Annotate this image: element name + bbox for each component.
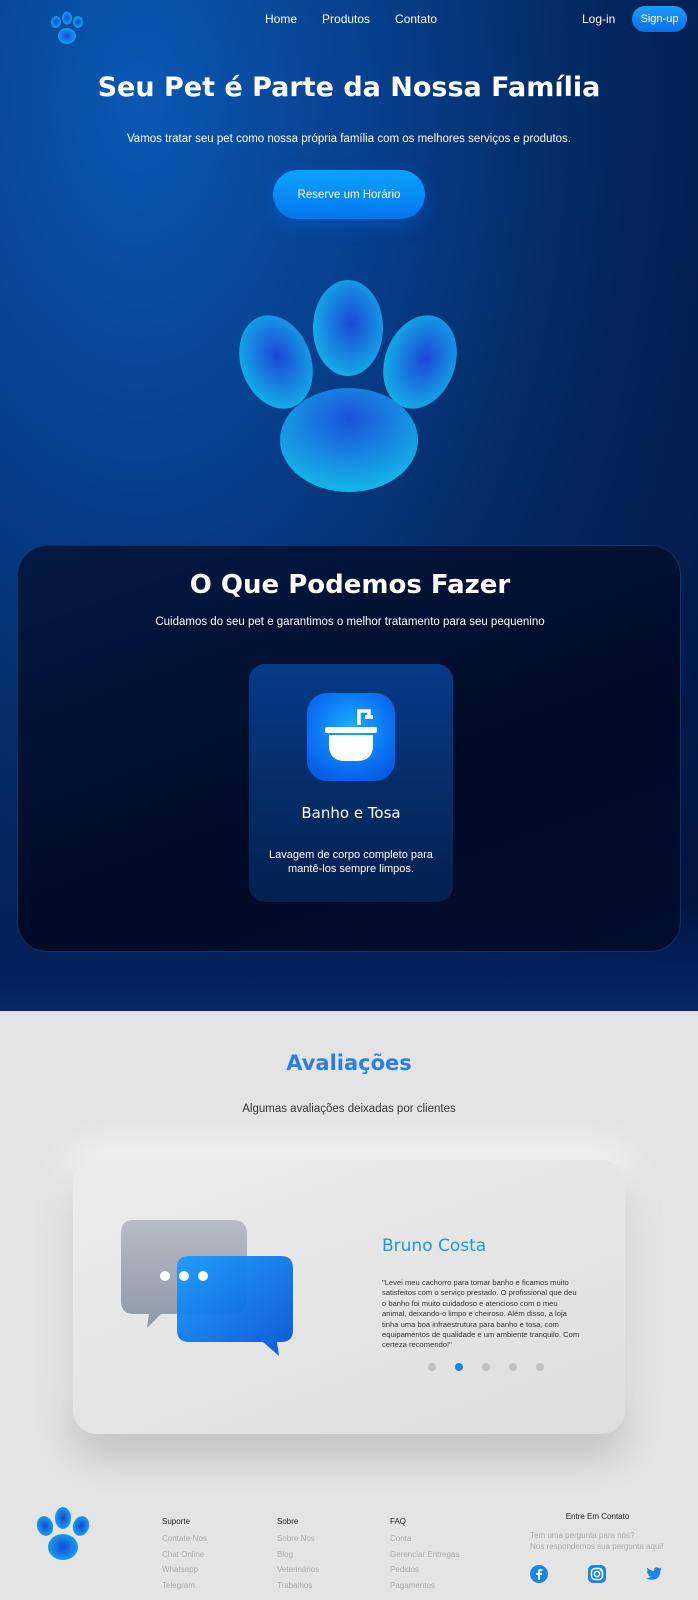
footer-link[interactable]: Pedidos — [390, 1562, 459, 1578]
bathtub-icon — [307, 693, 395, 781]
carousel-dot[interactable] — [536, 1363, 544, 1371]
contact-title: Entre Em Contato — [565, 1512, 630, 1521]
footer-col-suporte: Suporte Contate-Nos Chat Online Whatsapp… — [162, 1517, 207, 1593]
chat-bubbles-icon — [121, 1220, 293, 1356]
review-card: Bruno Costa "Levei meu cachorro para tom… — [73, 1160, 625, 1434]
footer-link[interactable]: Sobre Nos — [277, 1531, 319, 1547]
footer-link[interactable]: Trabalhos — [277, 1578, 319, 1594]
service-name: Banho e Tosa — [301, 804, 401, 822]
footer-col-sobre: Sobre Sobre Nos Blog Veterinários Trabal… — [277, 1517, 319, 1593]
footer-link[interactable]: Chat Online — [162, 1547, 207, 1563]
footer-link[interactable]: Gerenciar Entregas — [390, 1547, 459, 1563]
footer-col-title: FAQ — [390, 1517, 407, 1526]
nav-home[interactable]: Home — [265, 12, 297, 26]
signup-button[interactable]: Sign-up — [632, 6, 687, 32]
carousel-dot[interactable] — [509, 1363, 517, 1371]
services-subtitle: Cuidamos do seu pet e garantimos o melho… — [155, 616, 545, 628]
nav-contato[interactable]: Contato — [395, 12, 437, 26]
contact-line: Tem uma pergunta para nós? — [530, 1531, 635, 1540]
footer-col-title: Sobre — [277, 1517, 299, 1526]
top-nav: Home Produtos Contato Log-in Sign-up — [0, 0, 698, 44]
hero-section: Home Produtos Contato Log-in Sign-up Seu… — [0, 0, 698, 1011]
hero-title: Seu Pet é Parte da Nossa Família — [97, 72, 601, 103]
service-description: Lavagem de corpo completo para mantê-los… — [269, 849, 433, 875]
facebook-icon[interactable] — [530, 1565, 548, 1583]
carousel-dot[interactable] — [482, 1363, 490, 1371]
hero-subtitle: Vamos tratar seu pet como nossa própria … — [126, 133, 571, 145]
footer-link[interactable]: Conta — [390, 1531, 459, 1547]
contact-text: Tem uma pergunta para nós? Nos respondem… — [530, 1530, 690, 1552]
footer-col-title: Suporte — [162, 1517, 191, 1526]
footer-col-faq: FAQ Conta Gerenciar Entregas Pedidos Pag… — [390, 1517, 459, 1593]
twitter-icon[interactable] — [645, 1565, 663, 1583]
nav-links: Home Produtos Contato — [265, 12, 437, 26]
footer-link[interactable]: Pagamentos — [390, 1578, 459, 1594]
reviews-section: Avaliações Algumas avaliações deixadas p… — [0, 1011, 698, 1491]
services-panel: O Que Podemos Fazer Cuidamos do seu pet … — [17, 545, 681, 952]
carousel-dot[interactable] — [428, 1363, 436, 1371]
reviews-subtitle: Algumas avaliações deixadas por clientes — [242, 1103, 456, 1115]
review-text: "Levei meu cachorro para tomar banho e f… — [382, 1278, 580, 1350]
contact-line: Nos respondemos sua pergunta aqui! — [530, 1542, 664, 1551]
instagram-icon[interactable] — [588, 1565, 606, 1583]
reviewer-name: Bruno Costa — [382, 1236, 487, 1256]
footer-link[interactable]: Contate-Nos — [162, 1531, 207, 1547]
nav-produtos[interactable]: Produtos — [322, 12, 370, 26]
footer-link[interactable]: Whatsapp — [162, 1562, 207, 1578]
reviews-title: Avaliações — [286, 1051, 412, 1075]
services-title: O Que Podemos Fazer — [189, 570, 511, 600]
paw-icon[interactable] — [48, 10, 86, 46]
carousel-dots — [428, 1363, 544, 1371]
paw-icon — [239, 280, 457, 492]
footer-link[interactable]: Blog — [277, 1547, 319, 1563]
footer-link[interactable]: Telegram — [162, 1578, 207, 1594]
carousel-dot-active[interactable] — [455, 1363, 463, 1371]
service-card[interactable]: Banho e Tosa Lavagem de corpo completo p… — [249, 664, 453, 902]
paw-icon[interactable] — [34, 1507, 92, 1561]
footer-link[interactable]: Veterinários — [277, 1562, 319, 1578]
footer: Suporte Contate-Nos Chat Online Whatsapp… — [0, 1491, 698, 1600]
login-link[interactable]: Log-in — [582, 12, 615, 26]
reserve-button[interactable]: Reserve um Horário — [273, 170, 425, 219]
